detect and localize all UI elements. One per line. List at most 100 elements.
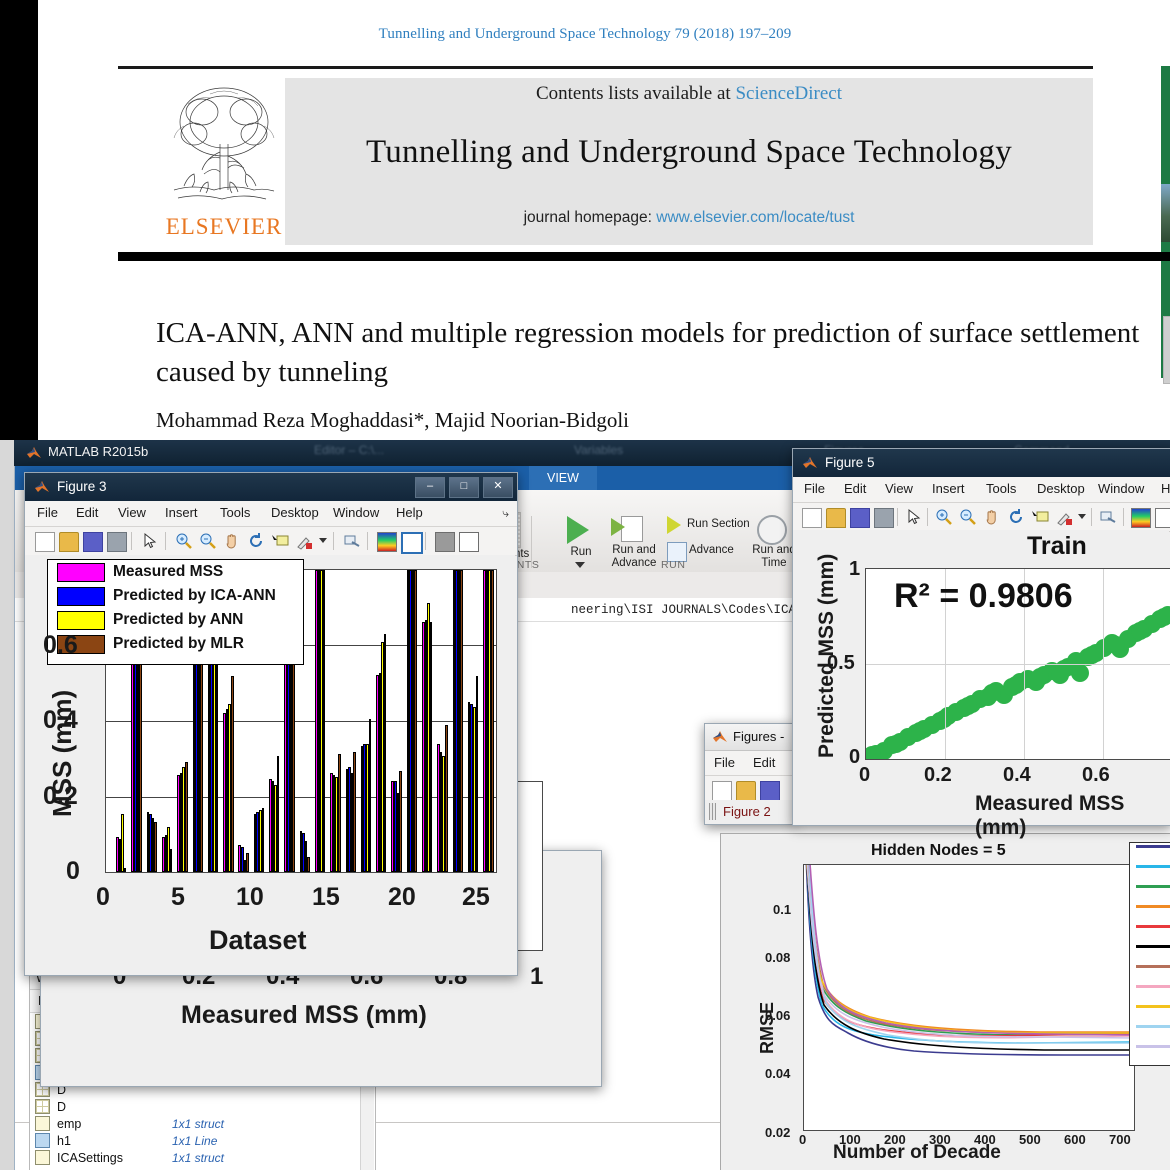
- figure5-titlebar[interactable]: Figure 5: [793, 449, 1170, 477]
- menu-file[interactable]: File: [804, 481, 825, 496]
- figure3-window[interactable]: Figure 3 – □ ✕ File Edit View Insert Too…: [24, 472, 518, 976]
- chevron-down-icon[interactable]: [1078, 514, 1086, 519]
- rmse-axes: [803, 864, 1135, 1131]
- tab-figure-2[interactable]: Figure 2: [723, 804, 771, 819]
- run-dropdown-arrow-icon[interactable]: [575, 562, 585, 568]
- close-button[interactable]: ✕: [483, 477, 513, 498]
- menu-window[interactable]: Window: [333, 505, 379, 520]
- data-cursor-icon[interactable]: [1031, 508, 1049, 526]
- open-folder-icon[interactable]: [59, 532, 79, 552]
- menu-tools[interactable]: Tools: [220, 505, 250, 520]
- maximize-button[interactable]: □: [449, 477, 479, 498]
- menu-view[interactable]: View: [118, 505, 146, 520]
- menu-tools[interactable]: Tools: [986, 481, 1016, 496]
- pointer-icon[interactable]: [141, 532, 159, 550]
- menu-file[interactable]: File: [714, 755, 735, 770]
- menu-overflow-icon[interactable]: ⤷: [502, 506, 509, 521]
- menu-edit[interactable]: Edit: [76, 505, 98, 520]
- page-scrollbar-thumb[interactable]: [1163, 316, 1170, 384]
- brush-icon[interactable]: [1055, 508, 1073, 526]
- figures-window[interactable]: Figures - File Edit Figure 2: [704, 723, 796, 825]
- run-and-advance-button[interactable]: Run and Advance: [601, 544, 667, 570]
- link-plot-icon[interactable]: [1099, 508, 1117, 526]
- open-folder-icon[interactable]: [736, 781, 756, 801]
- run-section-icon[interactable]: [667, 516, 681, 534]
- zoom-out-icon[interactable]: [959, 508, 977, 526]
- figure3-titlebar[interactable]: Figure 3 – □ ✕: [25, 473, 517, 501]
- pan-hand-icon[interactable]: [223, 532, 241, 550]
- menu-edit[interactable]: Edit: [844, 481, 866, 496]
- rotate-3d-icon[interactable]: [1007, 508, 1025, 526]
- object-icon: [35, 1133, 50, 1148]
- pointer-icon[interactable]: [905, 508, 923, 526]
- run-and-time-icon[interactable]: [757, 515, 787, 545]
- menu-insert[interactable]: Insert: [932, 481, 965, 496]
- menu-edit[interactable]: Edit: [753, 755, 775, 770]
- rmse-curves: [805, 865, 1134, 1056]
- brush-icon[interactable]: [295, 532, 313, 550]
- bar: [123, 868, 127, 872]
- workspace-row[interactable]: emp 1x1 struct: [30, 1115, 375, 1132]
- train-x-axis-label: Measured MSS (mm): [975, 792, 1125, 839]
- print-icon[interactable]: [107, 532, 127, 552]
- train-x-tick: 0.2: [924, 764, 952, 786]
- sciencedirect-link[interactable]: ScienceDirect: [735, 83, 842, 104]
- run-icon[interactable]: [567, 516, 589, 544]
- train-x-tick: 0: [859, 764, 871, 786]
- colorbar-icon[interactable]: [1131, 508, 1151, 528]
- menu-file[interactable]: File: [37, 505, 58, 520]
- advance-button[interactable]: Advance: [689, 544, 734, 556]
- new-figure-icon[interactable]: [35, 532, 55, 552]
- rotate-3d-icon[interactable]: [247, 532, 265, 550]
- colorbar-icon[interactable]: [377, 532, 397, 552]
- run-section-button[interactable]: Run Section: [687, 518, 750, 530]
- pan-hand-icon[interactable]: [983, 508, 1001, 526]
- figures-window-title: Figures -: [733, 729, 785, 744]
- chevron-down-icon[interactable]: [319, 538, 327, 543]
- legend-line-run-7: [1136, 965, 1170, 968]
- menu-desktop[interactable]: Desktop: [1037, 481, 1085, 496]
- save-icon[interactable]: [760, 781, 780, 801]
- legend-line-run-9: [1136, 1005, 1170, 1008]
- hide-plot-tools-icon[interactable]: [435, 532, 455, 552]
- tab-view[interactable]: VIEW: [529, 466, 597, 490]
- menu-help[interactable]: Help: [1161, 481, 1170, 496]
- menu-view[interactable]: View: [885, 481, 913, 496]
- rmse-y-tick: 0.06: [765, 1008, 791, 1023]
- workspace-row[interactable]: h1 1x1 Line: [30, 1132, 375, 1149]
- zoom-out-icon[interactable]: [199, 532, 217, 550]
- legend-toggle-icon[interactable]: [401, 532, 423, 554]
- bar: [261, 808, 265, 872]
- new-file-icon[interactable]: [712, 781, 732, 801]
- open-folder-icon[interactable]: [826, 508, 846, 528]
- matlab-logo-icon: [713, 731, 727, 742]
- figure3-window-controls: – □ ✕: [415, 477, 513, 498]
- menu-window[interactable]: Window: [1098, 481, 1144, 496]
- ribbon-group-run: RUN: [661, 559, 686, 571]
- menu-help[interactable]: Help: [396, 505, 423, 520]
- zoom-in-icon[interactable]: [935, 508, 953, 526]
- figure5-window[interactable]: Figure 5 File Edit View Insert Tools Des…: [792, 448, 1170, 839]
- menu-insert[interactable]: Insert: [165, 505, 198, 520]
- legend-toggle-icon[interactable]: [1155, 508, 1170, 528]
- print-icon[interactable]: [874, 508, 894, 528]
- workspace-var-value: 1x1 struct: [172, 1150, 225, 1165]
- legend-line-run-2: [1136, 865, 1170, 868]
- journal-homepage-link[interactable]: www.elsevier.com/locate/tust: [656, 209, 854, 226]
- workspace-row[interactable]: ICASettings 1x1 struct: [30, 1149, 375, 1166]
- workspace-row[interactable]: D: [30, 1098, 375, 1115]
- save-icon[interactable]: [850, 508, 870, 528]
- data-cursor-icon[interactable]: [271, 532, 289, 550]
- run-and-advance-icon[interactable]: [611, 516, 643, 542]
- rmse-y-tick: 0.04: [765, 1066, 791, 1081]
- menu-desktop[interactable]: Desktop: [271, 505, 319, 520]
- show-plot-tools-icon[interactable]: [459, 532, 479, 552]
- run-button[interactable]: Run: [555, 546, 607, 559]
- save-icon[interactable]: [83, 532, 103, 552]
- zoom-in-icon[interactable]: [175, 532, 193, 550]
- minimize-button[interactable]: –: [415, 477, 445, 498]
- rmse-legend: [1129, 842, 1170, 1066]
- new-figure-icon[interactable]: [802, 508, 822, 528]
- figure3-y-tick: 0: [66, 857, 80, 885]
- link-plot-icon[interactable]: [343, 532, 361, 550]
